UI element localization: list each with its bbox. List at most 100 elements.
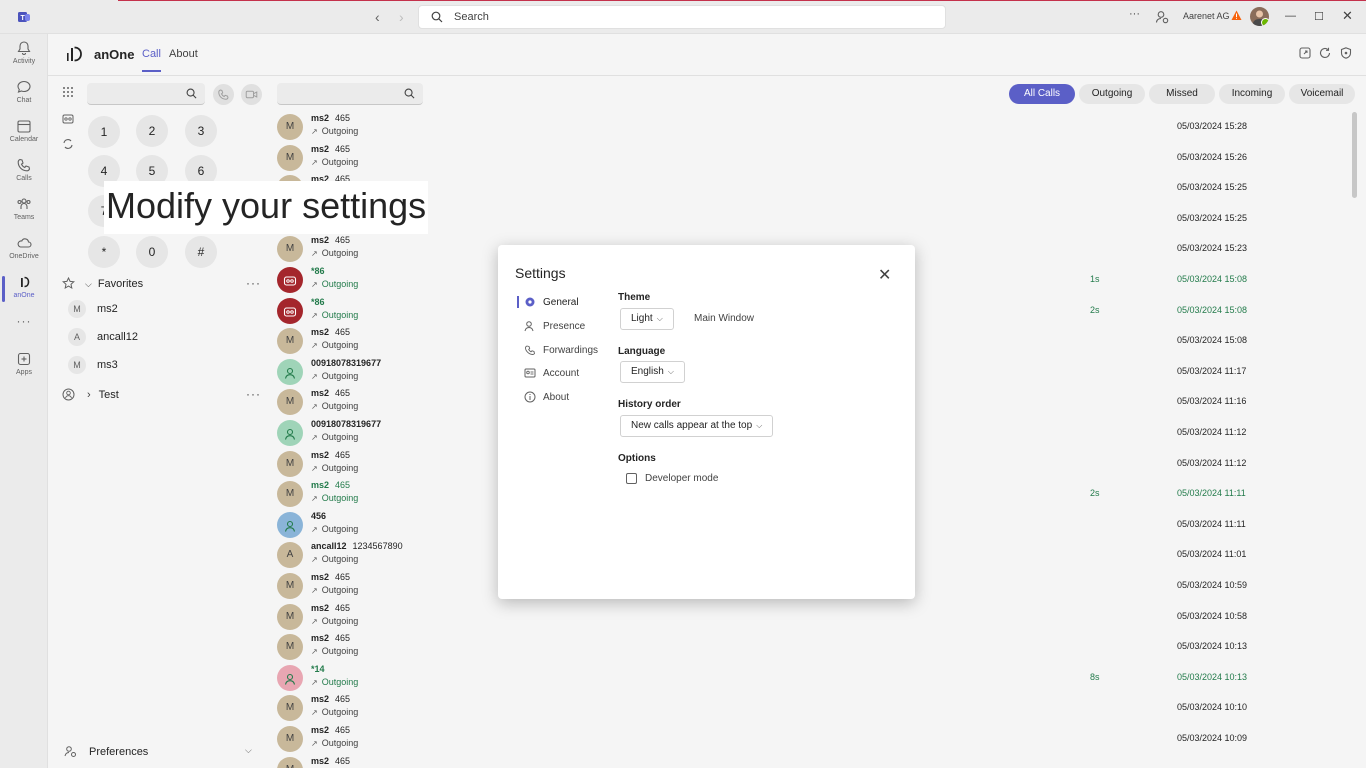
settings-nav-general[interactable]: General xyxy=(524,292,579,312)
dial-number-input[interactable] xyxy=(87,83,205,105)
caller-name: ms2 465 xyxy=(311,756,350,766)
call-history-row[interactable]: Mms2465Outgoing05/03/2024 15:25 xyxy=(277,204,1337,234)
voicemail-icon[interactable] xyxy=(62,113,74,125)
favorite-item[interactable]: A ancall12 xyxy=(68,327,138,347)
settings-nav-forwardings[interactable]: Forwardings xyxy=(524,340,598,360)
preferences-header[interactable]: Preferences xyxy=(89,746,148,758)
filter-missed[interactable]: Missed xyxy=(1149,84,1215,104)
dialpad-key[interactable]: 2 xyxy=(136,115,168,147)
rail-item-chat[interactable]: Chat xyxy=(0,75,48,113)
chevron-down-icon[interactable]: ⌵ xyxy=(245,745,252,756)
caller-number: 1234567890 xyxy=(352,541,403,552)
rail-item-activity[interactable]: Activity xyxy=(0,36,48,74)
rail-item-calls[interactable]: Calls xyxy=(0,153,48,191)
avatar: M xyxy=(277,573,303,599)
call-history-row[interactable]: *14 Outgoing 8s 05/03/2024 10:13 xyxy=(277,663,1337,693)
close-icon[interactable]: ✕ xyxy=(878,265,891,285)
favorites-more-icon[interactable]: ··· xyxy=(246,276,261,290)
filter-all-calls[interactable]: All Calls xyxy=(1009,84,1075,104)
call-history-row[interactable]: Mms2 465 Outgoing 05/03/2024 10:58 xyxy=(277,602,1337,632)
chevron-right-icon: › xyxy=(87,389,91,401)
caller-name-text: ancall12 xyxy=(311,541,347,552)
call-direction: Outgoing xyxy=(311,248,359,258)
filter-voicemail[interactable]: Voicemail xyxy=(1289,84,1355,104)
manage-account-icon[interactable] xyxy=(1155,10,1169,24)
call-direction: Outgoing xyxy=(311,126,359,136)
org-name[interactable]: Aarenet AG xyxy=(1183,11,1230,21)
maximize-icon[interactable]: ☐ xyxy=(1314,10,1324,23)
caller-number: 465 xyxy=(335,449,351,460)
shield-icon[interactable] xyxy=(1340,47,1352,59)
developer-mode-checkbox[interactable] xyxy=(626,473,637,484)
caller-name-text: 456 xyxy=(311,510,327,521)
language-label: Language xyxy=(618,346,666,357)
gear-icon xyxy=(525,297,535,307)
video-call-button[interactable] xyxy=(241,84,262,105)
transfer-icon[interactable] xyxy=(62,138,74,150)
call-direction: Outgoing xyxy=(311,340,359,350)
rail-label: Calls xyxy=(16,175,32,182)
avatar: M xyxy=(277,634,303,661)
dialpad-grid-icon[interactable] xyxy=(62,86,74,98)
filter-outgoing[interactable]: Outgoing xyxy=(1079,84,1145,104)
avatar: M xyxy=(277,695,303,722)
rail-item-teams[interactable]: Teams xyxy=(0,192,48,230)
back-arrow-icon[interactable]: ‹ xyxy=(375,9,380,25)
favorite-item[interactable]: M ms2 xyxy=(68,299,118,319)
language-select[interactable]: English xyxy=(620,361,685,383)
global-search-input[interactable]: Search xyxy=(418,5,946,29)
minimize-icon[interactable]: — xyxy=(1285,10,1296,22)
call-direction: Outgoing xyxy=(311,463,359,473)
rail-item-apps[interactable]: Apps xyxy=(0,347,48,385)
call-history-row[interactable]: Mms2 465 Outgoing 05/03/2024 15:28 xyxy=(277,112,1337,142)
history-scrollbar[interactable] xyxy=(1352,112,1357,198)
call-direction: Outgoing xyxy=(311,432,359,442)
rail-item-calendar[interactable]: Calendar xyxy=(0,114,48,152)
filter-incoming[interactable]: Incoming xyxy=(1219,84,1285,104)
group-more-icon[interactable]: ··· xyxy=(246,387,261,401)
settings-nav-about[interactable]: About xyxy=(524,387,569,407)
favorite-item[interactable]: M ms3 xyxy=(68,355,118,375)
video-camera-icon xyxy=(245,90,258,99)
refresh-icon[interactable] xyxy=(1319,47,1331,59)
history-search-input[interactable] xyxy=(277,83,423,105)
caller-name-text: *14 xyxy=(311,663,325,674)
dialpad-key[interactable]: # xyxy=(185,236,217,268)
call-history-row[interactable]: Mms2 465 Outgoing 05/03/2024 10:10 xyxy=(277,693,1337,723)
tab-call[interactable]: Call xyxy=(142,48,161,72)
close-window-icon[interactable]: ✕ xyxy=(1342,8,1353,24)
rail-item-onedrive[interactable]: OneDrive xyxy=(0,231,48,269)
group-test-header[interactable]: › Test xyxy=(87,389,119,401)
audio-call-button[interactable] xyxy=(213,84,234,105)
call-history-row[interactable]: Mms2 465 Outgoing 05/03/2024 10:09 xyxy=(277,724,1337,754)
popout-icon[interactable] xyxy=(1299,47,1311,59)
call-direction: Outgoing xyxy=(311,401,359,411)
overlay-caption-text: Modify your settings xyxy=(106,185,427,226)
user-avatar[interactable] xyxy=(1250,7,1269,26)
call-duration: 2s xyxy=(1090,488,1100,499)
call-history-row[interactable]: Mms2 465 Outgoing 05/03/2024 10:13 xyxy=(277,632,1337,662)
tab-about[interactable]: About xyxy=(169,48,198,60)
settings-nav-account[interactable]: Account xyxy=(524,363,579,383)
more-options-icon[interactable]: ··· xyxy=(1129,8,1140,20)
settings-nav-presence[interactable]: Presence xyxy=(524,316,585,336)
theme-select[interactable]: Light xyxy=(620,308,674,330)
dialpad-key[interactable]: * xyxy=(88,236,120,268)
developer-mode-label[interactable]: Developer mode xyxy=(645,473,718,484)
favorites-header[interactable]: ⌵ Favorites xyxy=(85,278,143,290)
rail-item-anone[interactable]: anOne xyxy=(0,270,48,308)
call-history-row[interactable]: Mms2 465 xyxy=(277,755,1337,768)
forward-arrow-icon[interactable]: › xyxy=(399,9,404,25)
rail-label: Apps xyxy=(16,369,32,376)
history-order-select[interactable]: New calls appear at the top xyxy=(620,415,774,437)
dialpad-key[interactable]: 3 xyxy=(185,115,217,147)
call-history-row[interactable]: Mms2 465 Outgoing 05/03/2024 15:26 xyxy=(277,143,1337,173)
dialpad-key[interactable]: 0 xyxy=(136,236,168,268)
call-history-row[interactable]: Mms2465Outgoing05/03/2024 15:25 xyxy=(277,173,1337,203)
avatar xyxy=(277,664,303,691)
call-direction: Outgoing xyxy=(311,371,359,381)
call-direction: Outgoing xyxy=(311,707,359,717)
dialpad-key[interactable]: 1 xyxy=(88,116,120,148)
caller-name-text: ms2 xyxy=(311,388,330,399)
caller-number: 465 xyxy=(335,388,351,399)
